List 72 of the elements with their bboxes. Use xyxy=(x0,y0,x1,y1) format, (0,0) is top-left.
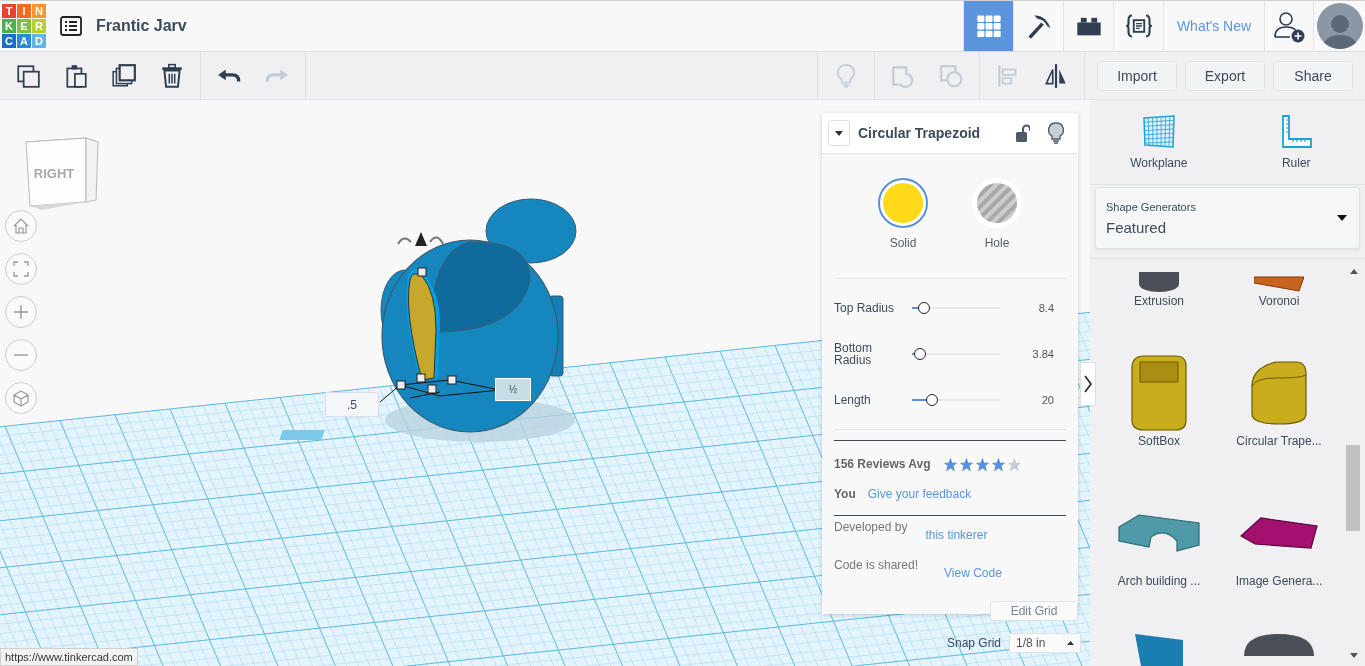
rotate-handle-icon[interactable] xyxy=(397,232,444,246)
developed-label: Developed by xyxy=(834,520,908,534)
unlock-icon[interactable] xyxy=(1016,124,1030,142)
add-user-icon[interactable] xyxy=(1272,9,1306,43)
shape-item[interactable]: Image Genera... xyxy=(1219,482,1339,592)
delete-icon xyxy=(159,62,185,89)
parameter-slider[interactable] xyxy=(912,301,1000,315)
chevron-icon xyxy=(1084,375,1092,393)
caret-icon xyxy=(1337,215,1347,221)
workplane-icon xyxy=(1140,114,1177,150)
toolbar-button[interactable]: Share xyxy=(1273,60,1353,91)
dropdown-button[interactable] xyxy=(828,120,850,146)
star-icon xyxy=(942,456,958,472)
workplane-tool[interactable]: Workplane xyxy=(1090,100,1228,184)
hole-swatch-icon xyxy=(972,178,1022,228)
ruler-tool[interactable]: Ruler xyxy=(1227,100,1365,184)
solid-swatch-icon xyxy=(878,178,928,228)
parameter-slider[interactable] xyxy=(912,347,1000,361)
hole-option[interactable]: Hole xyxy=(972,178,1022,250)
snap-grid-label: Snap Grid xyxy=(947,636,1002,650)
caret-icon xyxy=(835,130,843,136)
code-icon xyxy=(1124,12,1153,40)
parameter-value: 20 xyxy=(1040,394,1055,406)
home-icon xyxy=(12,217,30,235)
scrollbar-thumb[interactable] xyxy=(1346,445,1360,531)
reviews-summary: 156 Reviews Avg xyxy=(834,457,931,471)
code-shared-label: Code is shared! xyxy=(834,558,919,572)
scroll-down-icon[interactable] xyxy=(1350,653,1358,658)
star-icon xyxy=(1006,456,1022,472)
shape-item[interactable]: Circular Trape... xyxy=(1219,342,1339,452)
zoom-in-icon xyxy=(12,303,30,321)
shape-item[interactable]: Extrusion xyxy=(1099,259,1219,312)
dimension-field[interactable]: .5 xyxy=(325,392,379,417)
star-icon xyxy=(958,456,974,472)
solid-option[interactable]: Solid xyxy=(878,178,928,250)
library-dropdown[interactable]: Shape Generators Featured xyxy=(1095,187,1360,249)
shape-shadow xyxy=(279,430,325,440)
parameter-label: Bottom Radius xyxy=(834,342,873,366)
parameter-value: 8.4 xyxy=(1037,302,1055,314)
parameter-label: Length xyxy=(834,394,872,406)
parameter-value: 3.84 xyxy=(1031,348,1055,360)
logo[interactable]: T I N K E R C A D xyxy=(2,4,46,48)
paste-icon xyxy=(63,62,89,89)
copy-icon xyxy=(15,62,41,89)
toolbar-button[interactable]: Import xyxy=(1097,60,1177,91)
perspective-icon xyxy=(12,389,30,407)
dimension-field[interactable]: ½ xyxy=(495,378,531,401)
parameter-slider[interactable] xyxy=(912,393,1000,407)
shape-item[interactable]: Arch building ... xyxy=(1099,482,1219,592)
bulb-icon[interactable] xyxy=(1048,122,1064,144)
mirror-icon xyxy=(1043,62,1069,89)
star-icon xyxy=(990,456,1006,472)
star-icon xyxy=(974,456,990,472)
snap-grid-select[interactable]: 1/8 in xyxy=(1009,633,1082,653)
project-title[interactable]: Frantic Jarv xyxy=(96,17,187,35)
menu-icon[interactable] xyxy=(60,16,82,36)
shape-item[interactable]: Voronoi xyxy=(1219,259,1339,312)
shape-title: Circular Trapezoid xyxy=(858,125,982,141)
model-drawing[interactable] xyxy=(379,198,577,442)
duplicate-icon xyxy=(111,62,137,89)
fit-icon xyxy=(12,260,30,278)
ungroup-icon xyxy=(938,62,964,89)
toolbar-button[interactable]: Export xyxy=(1185,60,1265,91)
status-url: https://www.tinkercad.com xyxy=(0,648,138,666)
avatar[interactable] xyxy=(1317,3,1363,49)
scroll-up-icon[interactable] xyxy=(1350,269,1358,274)
collapse-button[interactable] xyxy=(1080,362,1096,406)
caret-icon xyxy=(1067,641,1075,645)
edit-grid-button[interactable]: Edit Grid xyxy=(990,601,1078,621)
shape-item[interactable]: SoftBox xyxy=(1099,342,1219,452)
parameter-label: Top Radius xyxy=(834,302,896,314)
you-label: You xyxy=(834,487,856,501)
